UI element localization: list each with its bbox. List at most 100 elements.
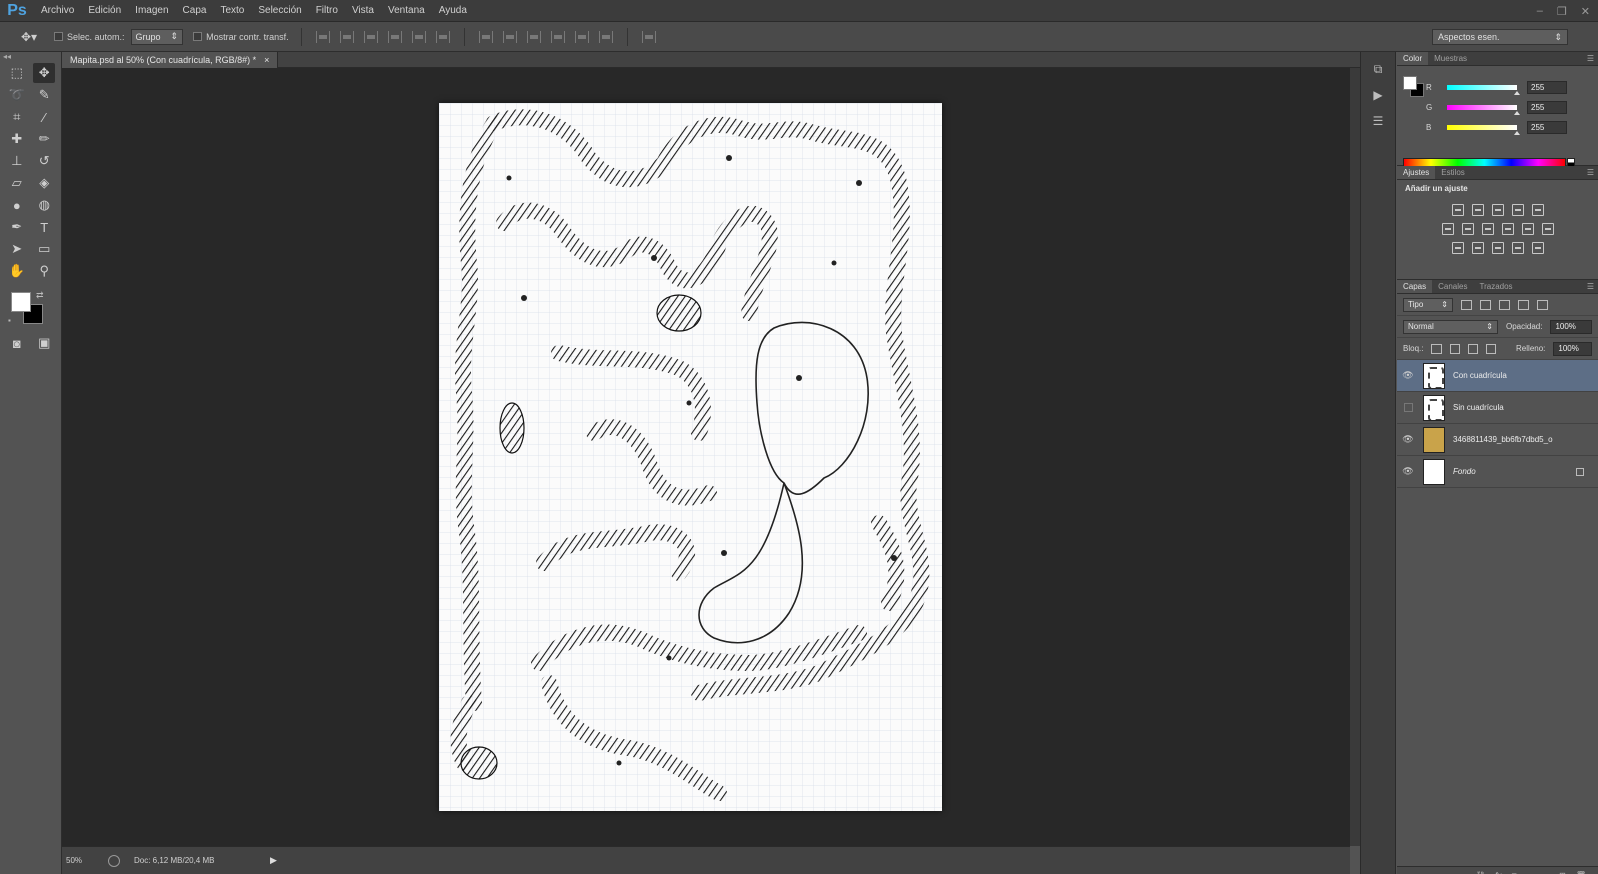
- history-brush-tool-icon[interactable]: ↺: [33, 151, 55, 171]
- show-transform-checkbox[interactable]: Mostrar contr. transf.: [193, 32, 289, 42]
- close-window-icon[interactable]: ✕: [1581, 5, 1590, 18]
- quick-selection-tool-icon[interactable]: ✎: [33, 85, 55, 105]
- filter-type-icon[interactable]: [1499, 299, 1510, 310]
- gradient-map-icon[interactable]: [1511, 242, 1524, 254]
- lasso-tool-icon[interactable]: ➰: [6, 85, 28, 105]
- green-value-input[interactable]: 255: [1527, 100, 1567, 114]
- actions-panel-icon[interactable]: ▶: [1368, 86, 1388, 104]
- zoom-tool-icon[interactable]: ⚲: [33, 261, 55, 281]
- opacity-input[interactable]: 100%: [1550, 319, 1592, 334]
- layer-row[interactable]: 👁 3468811439_bb6fb7dbd5_o: [1397, 424, 1598, 456]
- menu-ventana[interactable]: Ventana: [381, 0, 432, 22]
- marquee-tool-icon[interactable]: ⬚: [6, 63, 28, 83]
- distribute-left-icon[interactable]: [550, 30, 565, 43]
- visibility-eye-icon[interactable]: 👁: [1397, 370, 1419, 381]
- paint-bucket-tool-icon[interactable]: ◈: [33, 173, 55, 193]
- brush-tool-icon[interactable]: ✏: [33, 129, 55, 149]
- visibility-eye-icon[interactable]: 👁: [1397, 434, 1419, 445]
- lock-all-icon[interactable]: [1485, 343, 1497, 354]
- blend-mode-dropdown[interactable]: Normal ⇕: [1403, 319, 1498, 334]
- red-slider[interactable]: [1447, 84, 1520, 95]
- vibrance-icon[interactable]: [1531, 204, 1544, 216]
- pen-tool-icon[interactable]: ✒: [6, 217, 28, 237]
- layer-filter-dropdown[interactable]: Tipo ⇕: [1403, 297, 1453, 312]
- distribute-bottom-icon[interactable]: [526, 30, 541, 43]
- restore-icon[interactable]: ❐: [1557, 5, 1567, 18]
- filter-shape-icon[interactable]: [1518, 299, 1529, 310]
- align-hcenter-icon[interactable]: [411, 30, 426, 43]
- type-tool-icon[interactable]: T: [33, 217, 55, 237]
- posterize-icon[interactable]: [1471, 242, 1484, 254]
- hue-saturation-icon[interactable]: [1441, 223, 1454, 235]
- color-lookup-icon[interactable]: [1541, 223, 1554, 235]
- align-right-icon[interactable]: [435, 30, 450, 43]
- crop-tool-icon[interactable]: ⌗: [6, 107, 28, 127]
- auto-align-icon[interactable]: [641, 30, 656, 43]
- slider-thumb[interactable]: [1514, 110, 1520, 115]
- layer-row[interactable]: Sin cuadrícula: [1397, 392, 1598, 424]
- clone-stamp-tool-icon[interactable]: ⊥: [6, 151, 28, 171]
- layer-row[interactable]: 👁 Con cuadrícula: [1397, 360, 1598, 392]
- dodge-tool-icon[interactable]: ◍: [33, 195, 55, 215]
- fill-input[interactable]: 100%: [1553, 341, 1592, 356]
- tab-canales[interactable]: Canales: [1432, 280, 1473, 293]
- move-tool-preset-icon[interactable]: ✥▾: [14, 27, 44, 47]
- align-left-icon[interactable]: [387, 30, 402, 43]
- distribute-right-icon[interactable]: [598, 30, 613, 43]
- history-panel-icon[interactable]: ⧉: [1368, 60, 1388, 78]
- minimize-icon[interactable]: –: [1537, 5, 1543, 17]
- align-bottom-icon[interactable]: [363, 30, 378, 43]
- green-slider[interactable]: [1447, 104, 1520, 115]
- menu-edicion[interactable]: Edición: [81, 0, 128, 22]
- zoom-level[interactable]: 50%: [64, 856, 104, 865]
- auto-select-checkbox[interactable]: Selec. autom.:: [54, 32, 125, 42]
- lock-position-icon[interactable]: [1467, 343, 1478, 354]
- blue-slider[interactable]: [1447, 124, 1520, 135]
- tab-capas[interactable]: Capas: [1397, 280, 1433, 293]
- filter-pixel-icon[interactable]: [1461, 299, 1472, 310]
- photo-filter-icon[interactable]: [1501, 223, 1514, 235]
- menu-filtro[interactable]: Filtro: [309, 0, 345, 22]
- menu-archivo[interactable]: Archivo: [34, 0, 81, 22]
- workspace-dropdown[interactable]: Aspectos esen. ⇕: [1432, 29, 1568, 45]
- tab-estilos[interactable]: Estilos: [1435, 166, 1471, 179]
- close-tab-icon[interactable]: ×: [264, 55, 269, 65]
- rectangle-tool-icon[interactable]: ▭: [33, 239, 55, 259]
- swap-colors-icon[interactable]: ⇄: [36, 290, 44, 301]
- screen-mode-icon[interactable]: ▣: [33, 333, 55, 353]
- distribute-top-icon[interactable]: [478, 30, 493, 43]
- levels-icon[interactable]: [1471, 204, 1484, 216]
- move-tool-icon[interactable]: ✥: [33, 63, 56, 83]
- healing-brush-tool-icon[interactable]: ✚: [6, 129, 28, 149]
- slider-thumb[interactable]: [1514, 130, 1520, 135]
- tab-muestras[interactable]: Muestras: [1428, 52, 1473, 65]
- tab-color[interactable]: Color: [1397, 52, 1429, 65]
- status-info-icon[interactable]: [108, 854, 120, 867]
- blur-tool-icon[interactable]: ●: [6, 195, 28, 215]
- lock-transparency-icon[interactable]: [1431, 343, 1442, 354]
- vertical-scrollbar[interactable]: [1350, 68, 1360, 846]
- filter-smart-object-icon[interactable]: [1537, 299, 1548, 310]
- document-canvas[interactable]: [439, 103, 942, 811]
- invert-icon[interactable]: [1451, 242, 1464, 254]
- foreground-color-swatch[interactable]: [11, 292, 31, 312]
- canvas-area[interactable]: [62, 68, 1350, 846]
- selective-color-icon[interactable]: [1531, 242, 1544, 254]
- panel-menu-icon[interactable]: ☰: [1587, 282, 1594, 291]
- tab-trazados[interactable]: Trazados: [1473, 280, 1518, 293]
- lock-pixels-icon[interactable]: [1449, 343, 1460, 354]
- channel-mixer-icon[interactable]: [1521, 223, 1534, 235]
- quick-mask-icon[interactable]: ◙: [6, 333, 28, 353]
- panel-foreground-swatch[interactable]: [1403, 76, 1417, 90]
- tab-ajustes[interactable]: Ajustes: [1397, 166, 1436, 179]
- document-tab[interactable]: Mapita.psd al 50% (Con cuadrícula, RGB/8…: [62, 52, 279, 68]
- menu-seleccion[interactable]: Selección: [251, 0, 308, 22]
- filter-adjustment-icon[interactable]: [1480, 299, 1491, 310]
- status-menu-arrow-icon[interactable]: ▶: [270, 855, 277, 866]
- menu-capa[interactable]: Capa: [176, 0, 214, 22]
- hand-tool-icon[interactable]: ✋: [6, 261, 28, 281]
- black-white-icon[interactable]: [1481, 223, 1494, 235]
- auto-select-mode-dropdown[interactable]: Grupo ⇕: [130, 28, 184, 45]
- eyedropper-tool-icon[interactable]: ⁄: [33, 107, 55, 127]
- curves-icon[interactable]: [1491, 204, 1504, 216]
